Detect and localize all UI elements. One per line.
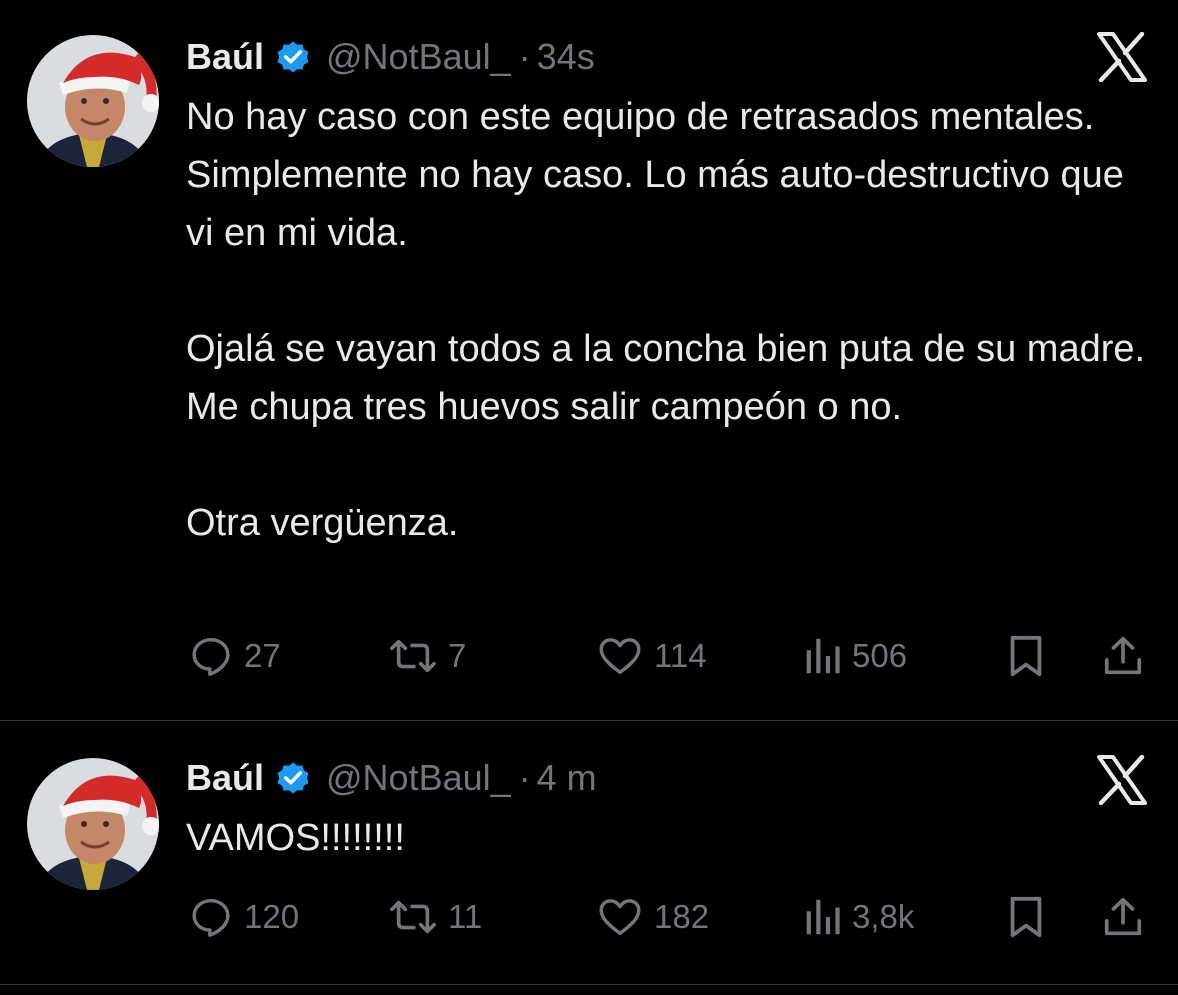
- reply-icon: [192, 637, 230, 676]
- bookmark-button[interactable]: [1006, 892, 1046, 942]
- tweet-header: Baúl @NotBaul_ · 4 m: [186, 753, 597, 803]
- reply-count: 120: [244, 898, 300, 935]
- retweet-icon: [390, 900, 436, 934]
- verified-badge-icon: [277, 762, 309, 794]
- author-name[interactable]: Baúl: [186, 36, 264, 78]
- reply-icon: [192, 898, 230, 937]
- avatar[interactable]: [27, 35, 159, 167]
- avatar[interactable]: [27, 758, 159, 890]
- tweet-text: VAMOS!!!!!!!!: [186, 809, 1156, 867]
- separator-dot: ·: [518, 757, 531, 798]
- tweet-paragraph: VAMOS!!!!!!!!: [186, 817, 405, 859]
- retweet-count: 11: [448, 898, 483, 935]
- x-logo-icon: [1097, 32, 1147, 82]
- separator-dot: ·: [518, 36, 531, 77]
- like-button[interactable]: 114: [596, 631, 707, 681]
- tweet[interactable]: Baúl @NotBaul_ · 34s No hay caso con est…: [0, 0, 1178, 720]
- bookmark-button[interactable]: [1006, 631, 1046, 681]
- tweet-header: Baúl @NotBaul_ · 34s: [186, 32, 595, 82]
- tweet-paragraph: Ojalá se vayan todos a la concha bien pu…: [186, 328, 1146, 428]
- share-icon: [1104, 636, 1142, 675]
- like-count: 182: [654, 898, 710, 935]
- tweet-text: No hay caso con este equipo de retrasado…: [186, 88, 1156, 552]
- views-count: 3,8k: [852, 898, 915, 935]
- tweet-divider: [0, 984, 1178, 985]
- retweet-button[interactable]: 11: [388, 892, 482, 942]
- verified-badge-icon: [277, 41, 309, 73]
- tweet-paragraph: No hay caso con este equipo de retrasado…: [186, 96, 1124, 254]
- reply-button[interactable]: 120: [188, 892, 299, 942]
- views-button[interactable]: 506: [802, 631, 907, 681]
- author-handle[interactable]: @NotBaul_: [326, 757, 511, 799]
- timestamp[interactable]: 4 m: [537, 757, 597, 799]
- heart-icon: [599, 899, 641, 936]
- x-logo-icon: [1097, 755, 1147, 805]
- retweet-icon: [390, 639, 436, 673]
- views-chart-icon: [806, 899, 840, 935]
- tweet-paragraph: Otra vergüenza.: [186, 502, 459, 544]
- retweet-button[interactable]: 7: [388, 631, 466, 681]
- heart-icon: [599, 638, 641, 675]
- tweet-actions: 27 7 114 506: [0, 631, 1178, 681]
- tweet[interactable]: Baúl @NotBaul_ · 4 m VAMOS!!!!!!!! 120 1…: [0, 721, 1178, 983]
- retweet-count: 7: [448, 637, 467, 674]
- tweet-actions: 120 11 182 3,8k: [0, 892, 1178, 942]
- reply-count: 27: [244, 637, 281, 674]
- views-button[interactable]: 3,8k: [802, 892, 914, 942]
- share-button[interactable]: [1100, 631, 1146, 681]
- share-icon: [1104, 897, 1142, 936]
- views-chart-icon: [806, 638, 840, 674]
- reply-button[interactable]: 27: [188, 631, 281, 681]
- views-count: 506: [852, 637, 908, 674]
- bookmark-icon: [1010, 896, 1042, 938]
- like-button[interactable]: 182: [596, 892, 709, 942]
- author-handle[interactable]: @NotBaul_: [326, 36, 511, 78]
- bookmark-icon: [1010, 635, 1042, 677]
- like-count: 114: [654, 637, 707, 674]
- timestamp[interactable]: 34s: [537, 36, 595, 78]
- author-name[interactable]: Baúl: [186, 757, 264, 799]
- share-button[interactable]: [1100, 892, 1146, 942]
